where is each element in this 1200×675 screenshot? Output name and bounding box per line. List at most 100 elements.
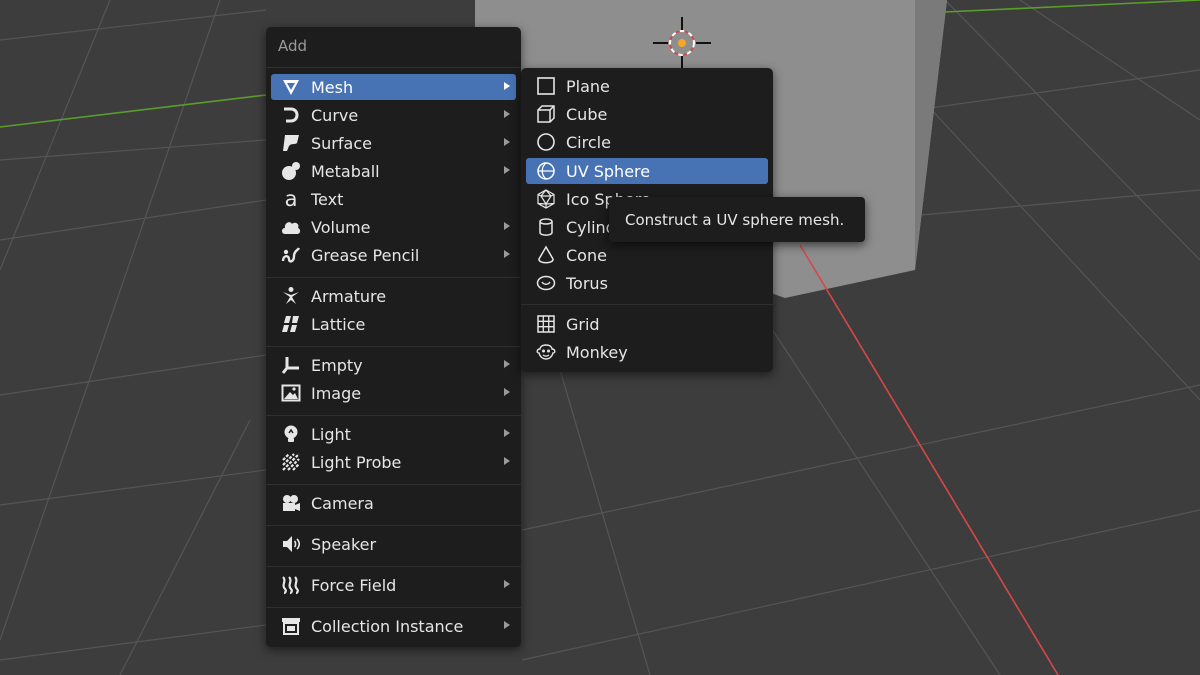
light-icon <box>280 423 302 445</box>
menu-item-label: Cube <box>566 104 608 124</box>
mesh-icon <box>280 76 302 98</box>
submenu-arrow-icon <box>504 110 510 118</box>
menu-item-grease-pencil[interactable]: Grease Pencil <box>271 242 516 268</box>
surface-icon <box>280 132 302 154</box>
menu-item-label: Speaker <box>311 534 377 554</box>
menu-item-label: Cone <box>566 245 607 265</box>
submenu-arrow-icon <box>504 360 510 368</box>
menu-item-curve[interactable]: Curve <box>271 102 516 128</box>
plane-icon <box>535 75 557 97</box>
mesh-item-cube[interactable]: Cube <box>526 101 768 127</box>
menu-item-label: Plane <box>566 76 610 96</box>
speaker-icon <box>280 533 302 555</box>
menu-item-light-probe[interactable]: Light Probe <box>271 449 516 475</box>
menu-item-camera[interactable]: Camera <box>271 490 516 516</box>
text-icon: a <box>280 188 302 210</box>
metaball-icon <box>280 160 302 182</box>
menu-item-label: Lattice <box>311 314 366 334</box>
menu-item-metaball[interactable]: Metaball <box>271 158 516 184</box>
grid-icon <box>535 313 557 335</box>
submenu-arrow-icon <box>504 388 510 396</box>
menu-item-label: Surface <box>311 133 372 153</box>
menu-item-label: Volume <box>311 217 371 237</box>
menu-item-label: Monkey <box>566 342 628 362</box>
submenu-arrow-icon <box>504 222 510 230</box>
menu-item-label: Collection Instance <box>311 616 464 636</box>
collection-instance-icon <box>280 615 302 637</box>
menu-item-label: Camera <box>311 493 374 513</box>
light-probe-icon <box>280 451 302 473</box>
menu-item-label: Light Probe <box>311 452 402 472</box>
curve-icon <box>280 104 302 126</box>
empty-icon <box>280 354 302 376</box>
add-menu: Add Mesh Curve Surface Metaball a Text V… <box>266 27 521 647</box>
menu-item-label: Armature <box>311 286 387 306</box>
menu-item-label: Torus <box>566 273 608 293</box>
separator <box>266 346 521 347</box>
menu-item-mesh[interactable]: Mesh <box>271 74 516 100</box>
svg-text:a: a <box>285 189 298 209</box>
separator <box>266 484 521 485</box>
grease-pencil-icon <box>280 244 302 266</box>
cone-icon <box>535 244 557 266</box>
submenu-arrow-icon <box>504 166 510 174</box>
menu-item-armature[interactable]: Armature <box>271 283 516 309</box>
mesh-item-torus[interactable]: Torus <box>526 270 768 296</box>
menu-item-label: UV Sphere <box>566 161 651 181</box>
cylinder-icon <box>535 216 557 238</box>
monkey-icon <box>535 341 557 363</box>
menu-item-label: Image <box>311 383 362 403</box>
submenu-arrow-icon <box>504 580 510 588</box>
lattice-icon <box>280 313 302 335</box>
menu-item-label: Curve <box>311 105 359 125</box>
menu-item-light[interactable]: Light <box>271 421 516 447</box>
separator <box>266 566 521 567</box>
mesh-item-circle[interactable]: Circle <box>526 129 768 155</box>
menu-item-speaker[interactable]: Speaker <box>271 531 516 557</box>
submenu-arrow-icon <box>504 250 510 258</box>
mesh-item-plane[interactable]: Plane <box>526 73 768 99</box>
separator <box>266 607 521 608</box>
menu-item-empty[interactable]: Empty <box>271 352 516 378</box>
armature-icon <box>280 285 302 307</box>
camera-icon <box>280 492 302 514</box>
submenu-arrow-icon <box>504 621 510 629</box>
separator <box>266 67 521 68</box>
menu-item-label: Grease Pencil <box>311 245 420 265</box>
menu-item-lattice[interactable]: Lattice <box>271 311 516 337</box>
torus-icon <box>535 272 557 294</box>
menu-item-force-field[interactable]: Force Field <box>271 572 516 598</box>
menu-item-label: Circle <box>566 132 611 152</box>
submenu-arrow-icon <box>504 138 510 146</box>
menu-item-label: Grid <box>566 314 600 334</box>
menu-item-volume[interactable]: Volume <box>271 214 516 240</box>
mesh-item-uv-sphere[interactable]: UV Sphere <box>526 158 768 184</box>
separator <box>266 415 521 416</box>
tooltip: Construct a UV sphere mesh. <box>609 197 865 242</box>
menu-item-surface[interactable]: Surface <box>271 130 516 156</box>
menu-item-label: Text <box>311 189 344 209</box>
circle-icon <box>535 131 557 153</box>
separator <box>266 277 521 278</box>
separator <box>521 304 773 305</box>
submenu-arrow-icon <box>504 82 510 90</box>
ico-sphere-icon <box>535 188 557 210</box>
menu-item-label: Metaball <box>311 161 380 181</box>
menu-item-label: Empty <box>311 355 363 375</box>
volume-icon <box>280 216 302 238</box>
menu-item-label: Light <box>311 424 351 444</box>
menu-item-label: Mesh <box>311 77 354 97</box>
force-field-icon <box>280 574 302 596</box>
menu-title: Add <box>278 37 308 55</box>
menu-item-text[interactable]: a Text <box>271 186 516 212</box>
submenu-arrow-icon <box>504 457 510 465</box>
separator <box>266 525 521 526</box>
menu-item-image[interactable]: Image <box>271 380 516 406</box>
mesh-item-monkey[interactable]: Monkey <box>526 339 768 365</box>
image-icon <box>280 382 302 404</box>
tooltip-text: Construct a UV sphere mesh. <box>625 210 845 229</box>
uv-sphere-icon <box>535 160 557 182</box>
mesh-item-grid[interactable]: Grid <box>526 311 768 337</box>
mesh-item-cone[interactable]: Cone <box>526 242 768 268</box>
menu-item-collection-instance[interactable]: Collection Instance <box>271 613 516 639</box>
